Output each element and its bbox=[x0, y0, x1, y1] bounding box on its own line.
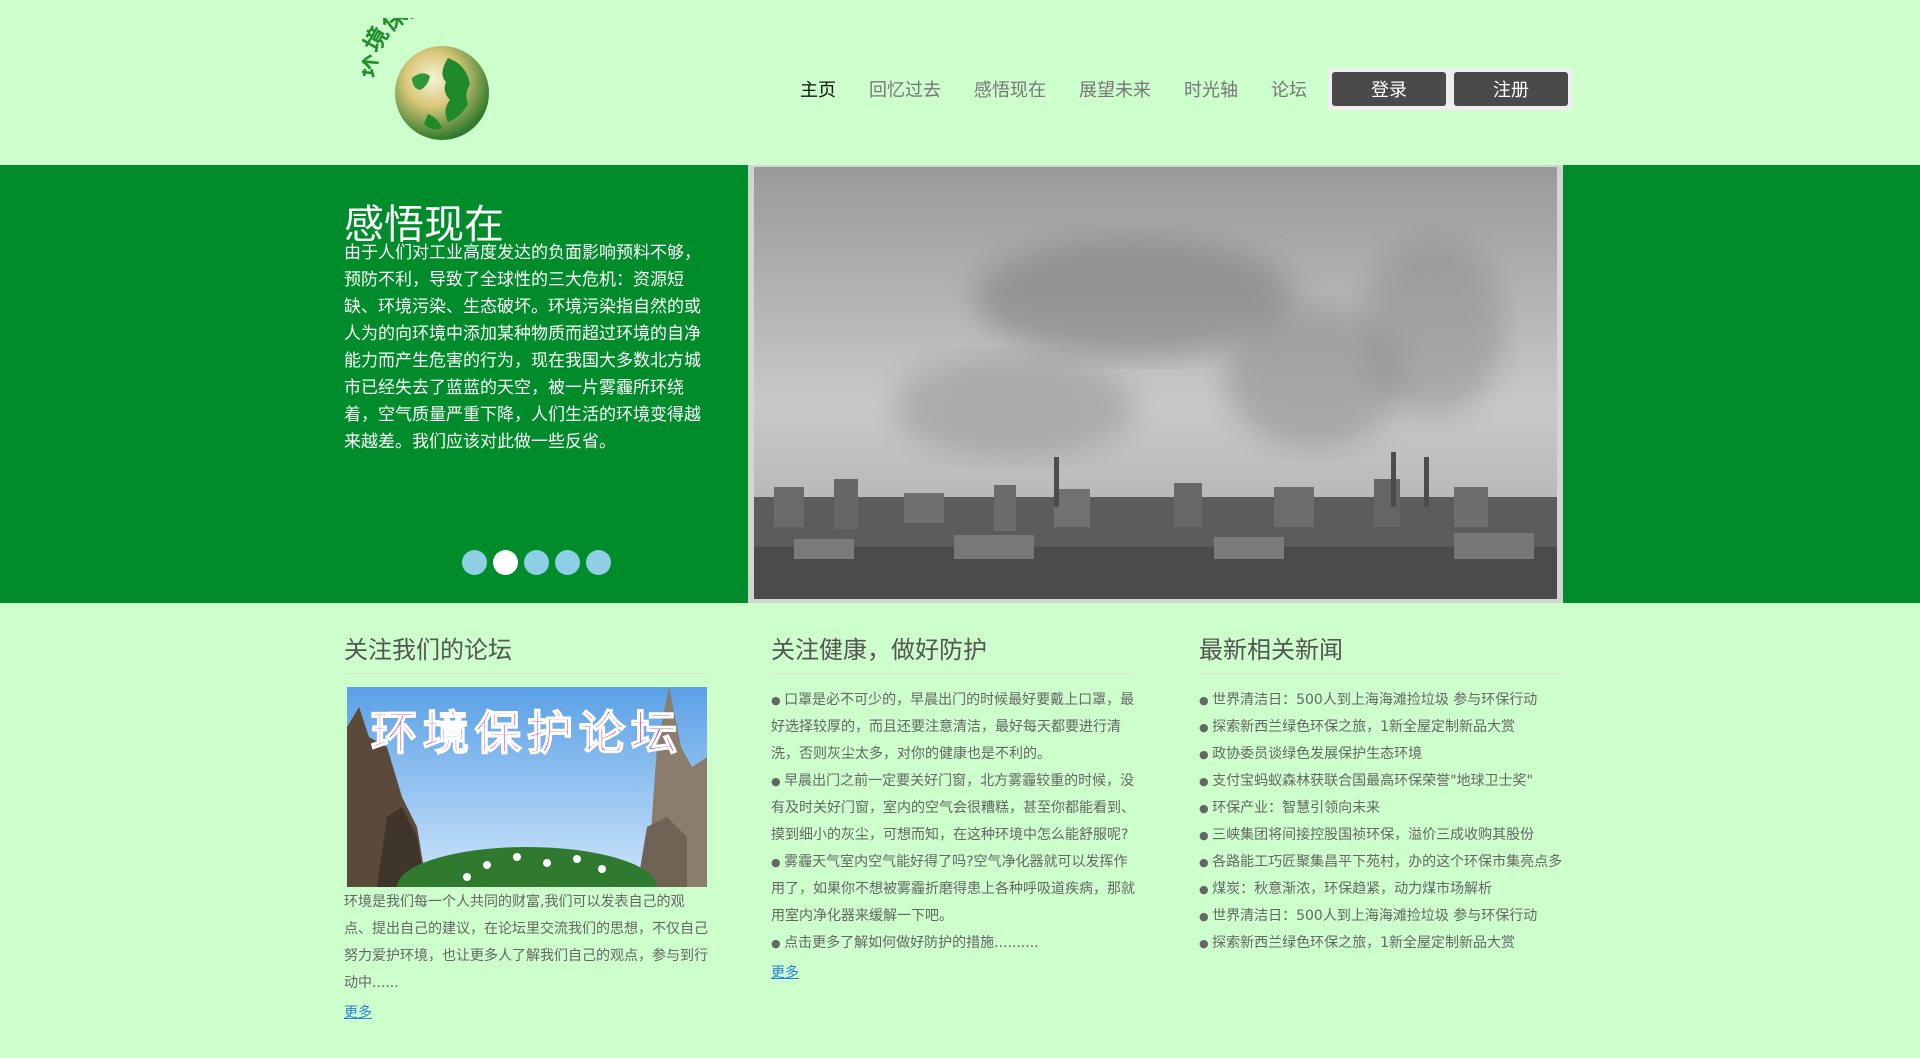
slide-indicators bbox=[462, 550, 611, 575]
news-item[interactable]: 探索新西兰绿色环保之旅，1新全屋定制新品大赏 bbox=[1199, 714, 1563, 741]
nav-forum[interactable]: 论坛 bbox=[1271, 76, 1307, 102]
list-item: 口罩是必不可少的，早晨出门的时候最好要戴上口罩，最好选择较厚的，而且还要注意清洁… bbox=[771, 687, 1135, 768]
forum-description: 环境是我们每一个人共同的财富,我们可以发表自己的观点、提出自己的建议，在论坛里交… bbox=[344, 894, 708, 991]
nav-past[interactable]: 回忆过去 bbox=[869, 76, 941, 102]
forum-title: 关注我们的论坛 bbox=[344, 630, 708, 674]
news-item[interactable]: 环保产业：智慧引领向未来 bbox=[1199, 795, 1563, 822]
news-item[interactable]: 政协委员谈绿色发展保护生态环境 bbox=[1199, 741, 1563, 768]
smog-city-image bbox=[748, 165, 1563, 603]
health-section: 关注健康，做好防护 口罩是必不可少的，早晨出门的时候最好要戴上口罩，最好选择较厚… bbox=[771, 630, 1135, 982]
auth-buttons: 登录 注册 bbox=[1328, 68, 1572, 110]
news-item[interactable]: 世界清洁日：500人到上海海滩捡垃圾 参与环保行动 bbox=[1199, 687, 1563, 714]
slide-dot[interactable] bbox=[524, 550, 549, 575]
forum-image-text: 环境保护论坛 bbox=[371, 706, 683, 760]
news-item[interactable]: 煤炭：秋意渐浓，环保趋紧，动力煤市场解析 bbox=[1199, 876, 1563, 903]
nav-timeline[interactable]: 时光轴 bbox=[1184, 76, 1238, 102]
news-item[interactable]: 探索新西兰绿色环保之旅，1新全屋定制新品大赏 bbox=[1199, 930, 1563, 957]
forum-more-link[interactable]: 更多 bbox=[344, 1002, 372, 1022]
forum-section: 关注我们的论坛 环境保护论坛 环境是我们每一个人共同的财富,我们可以发表自己的观… bbox=[344, 630, 708, 1022]
nav-present[interactable]: 感悟现在 bbox=[974, 76, 1046, 102]
forum-banner-image[interactable]: 环境保护论坛 bbox=[347, 687, 707, 887]
news-item[interactable]: 世界清洁日：500人到上海海滩捡垃圾 参与环保行动 bbox=[1199, 903, 1563, 930]
nav-future[interactable]: 展望未来 bbox=[1079, 76, 1151, 102]
news-item[interactable]: 支付宝蚂蚁森林获联合国最高环保荣誉"地球卫士奖" bbox=[1199, 768, 1563, 795]
list-item[interactable]: 点击更多了解如何做好防护的措施.......... bbox=[771, 930, 1135, 957]
nav-home[interactable]: 主页 bbox=[800, 76, 836, 102]
register-button[interactable]: 注册 bbox=[1454, 72, 1568, 106]
news-section: 最新相关新闻 世界清洁日：500人到上海海滩捡垃圾 参与环保行动 探索新西兰绿色… bbox=[1199, 630, 1563, 957]
main-nav: 主页 回忆过去 感悟现在 展望未来 时光轴 论坛 登录 注册 bbox=[800, 67, 1572, 111]
site-logo[interactable]: 环境保护网 bbox=[352, 0, 530, 148]
login-button[interactable]: 登录 bbox=[1332, 72, 1446, 106]
health-title: 关注健康，做好防护 bbox=[771, 630, 1135, 674]
health-tips-list: 口罩是必不可少的，早晨出门的时候最好要戴上口罩，最好选择较厚的，而且还要注意清洁… bbox=[771, 687, 1135, 957]
banner-description: 由于人们对工业高度发达的负面影响预料不够，预防不利，导致了全球性的三大危机：资源… bbox=[344, 243, 701, 452]
health-more-link[interactable]: 更多 bbox=[771, 962, 799, 982]
news-item[interactable]: 三峡集团将间接控股国祯环保，溢价三成收购其股份 bbox=[1199, 822, 1563, 849]
news-item[interactable]: 各路能工巧匠聚集昌平下苑村，办的这个环保市集亮点多 bbox=[1199, 849, 1563, 876]
slide-dot[interactable] bbox=[493, 550, 518, 575]
news-list: 世界清洁日：500人到上海海滩捡垃圾 参与环保行动 探索新西兰绿色环保之旅，1新… bbox=[1199, 687, 1563, 957]
list-item: 雾霾天气室内空气能好得了吗?空气净化器就可以发挥作用了，如果你不想被雾霾折磨得患… bbox=[771, 849, 1135, 930]
list-item: 早晨出门之前一定要关好门窗，北方雾霾较重的时候，没有及时关好门窗，室内的空气会很… bbox=[771, 768, 1135, 849]
news-title: 最新相关新闻 bbox=[1199, 630, 1563, 674]
slide-dot[interactable] bbox=[586, 550, 611, 575]
hero-banner: 感悟现在 由于人们对工业高度发达的负面影响预料不够，预防不利，导致了全球性的三大… bbox=[0, 165, 1920, 603]
slide-dot[interactable] bbox=[462, 550, 487, 575]
slide-dot[interactable] bbox=[555, 550, 580, 575]
